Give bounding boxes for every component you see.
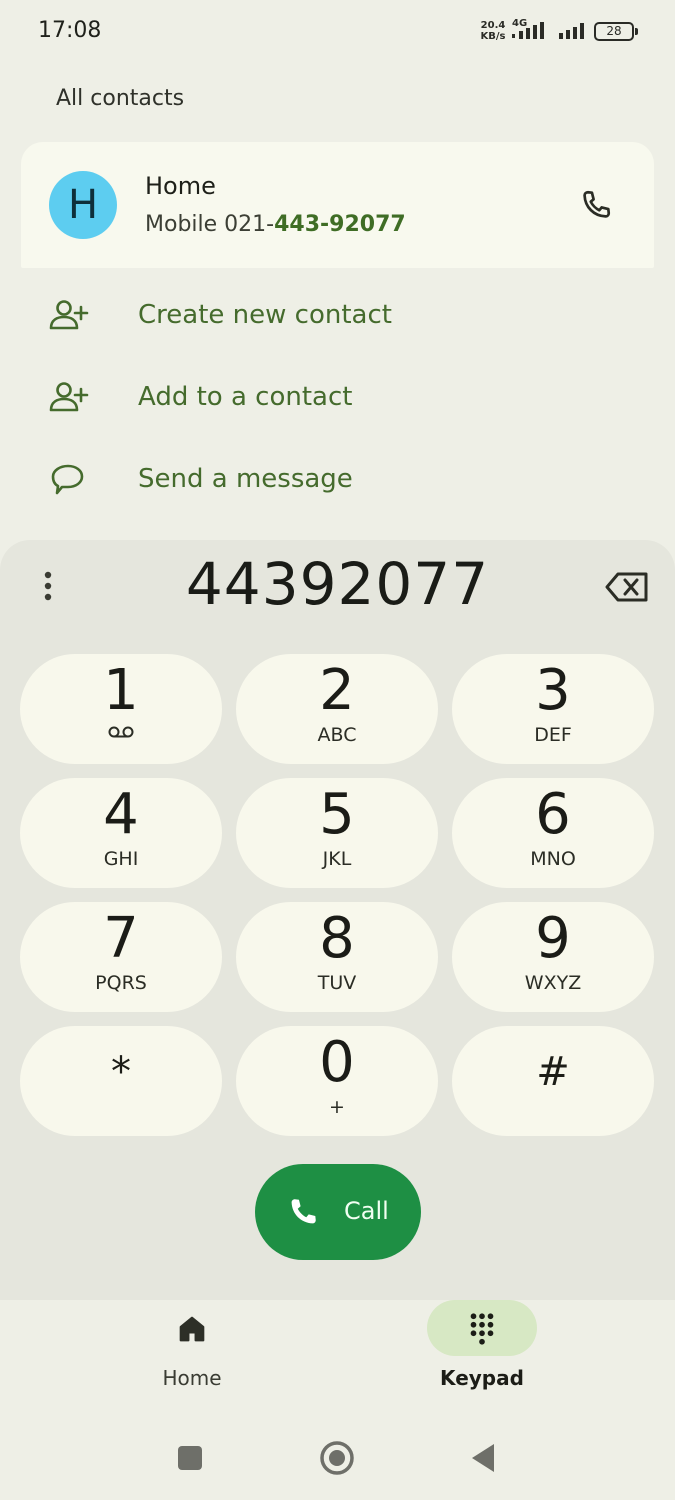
status-bar: 17:08 20.4 KB/s 4G 28 [0, 0, 675, 62]
key-digit: * [111, 1049, 131, 1095]
key-digit: # [536, 1049, 570, 1095]
key-letters: PQRS [95, 972, 147, 994]
signal-4g-icon [512, 22, 544, 39]
key-letters: GHI [103, 848, 139, 870]
nav-keypad-label: Keypad [440, 1366, 524, 1390]
send-message-button[interactable]: Send a message [0, 444, 675, 514]
bottom-navigation: Home Keypad [0, 1300, 675, 1410]
key-digit: 8 [319, 906, 355, 971]
network-speed: 20.4 KB/s [479, 20, 507, 42]
phone-icon [291, 1199, 316, 1224]
key-letters: WXYZ [524, 972, 582, 994]
key-digit: 0 [319, 1030, 355, 1095]
nav-keypad[interactable]: Keypad [407, 1300, 557, 1400]
contact-number-prefix: Mobile 021- [145, 212, 275, 237]
key-letters: MNO [530, 848, 576, 870]
battery-indicator: 28 [594, 22, 638, 41]
add-to-contact-label: Add to a contact [138, 382, 353, 412]
network-speed-unit: KB/s [480, 31, 506, 42]
key-letters: DEF [534, 724, 572, 746]
home-circle-icon[interactable] [317, 1438, 357, 1478]
back-icon[interactable] [464, 1438, 504, 1478]
phone-icon[interactable] [578, 187, 614, 223]
section-title: All contacts [56, 86, 185, 111]
contact-number: Mobile 021-443-92077 [145, 212, 406, 237]
contact-number-match: 443-92077 [274, 212, 406, 237]
key-digit: 1 [103, 658, 139, 723]
key-digit: 4 [103, 782, 139, 847]
dialer-screen: 17:08 20.4 KB/s 4G 28 All contacts H Hom… [0, 0, 675, 1500]
key-5[interactable]: 5 JKL [236, 778, 438, 888]
nav-home-label: Home [162, 1366, 222, 1390]
send-message-label: Send a message [138, 464, 353, 494]
nav-home[interactable]: Home [117, 1300, 267, 1400]
call-button[interactable]: Call [255, 1164, 421, 1260]
backspace-icon[interactable] [604, 570, 650, 604]
key-letters: JKL [322, 848, 352, 870]
key-digit: 6 [535, 782, 571, 847]
key-8[interactable]: 8 TUV [236, 902, 438, 1012]
voicemail-icon [108, 726, 134, 738]
avatar: H [49, 171, 117, 239]
key-0[interactable]: 0 + [236, 1026, 438, 1136]
contact-suggestion-card[interactable]: H Home Mobile 021-443-92077 [21, 142, 654, 268]
add-to-contact-button[interactable]: Add to a contact [0, 362, 675, 432]
key-2[interactable]: 2 ABC [236, 654, 438, 764]
signal-sim2-icon [559, 23, 584, 39]
key-digit: 7 [103, 906, 139, 971]
dialed-number[interactable]: 44392077 [0, 550, 675, 618]
home-icon [179, 1316, 205, 1342]
key-3[interactable]: 3 DEF [452, 654, 654, 764]
key-6[interactable]: 6 MNO [452, 778, 654, 888]
key-4[interactable]: 4 GHI [20, 778, 222, 888]
key-digit: 3 [535, 658, 571, 723]
recents-icon[interactable] [170, 1438, 210, 1478]
key-letters: TUV [317, 972, 357, 994]
person-add-icon [49, 300, 89, 330]
dialpad-icon [470, 1313, 494, 1345]
system-navigation [0, 1410, 675, 1500]
key-digit: 2 [319, 658, 355, 723]
status-time: 17:08 [38, 18, 102, 43]
key-digit: 9 [535, 906, 571, 971]
key-hash[interactable]: # [452, 1026, 654, 1136]
key-1[interactable]: 1 [20, 654, 222, 764]
network-speed-value: 20.4 [480, 20, 506, 31]
key-letters: ABC [317, 724, 357, 746]
call-label: Call [344, 1197, 389, 1225]
contact-name: Home [145, 172, 216, 200]
create-new-contact-label: Create new contact [138, 300, 392, 330]
keypad-panel: 44392077 1 2 ABC 3 DEF 4 GHI 5 JKL 6 MNO… [0, 540, 675, 1300]
person-add-icon [49, 382, 89, 412]
key-9[interactable]: 9 WXYZ [452, 902, 654, 1012]
key-7[interactable]: 7 PQRS [20, 902, 222, 1012]
create-new-contact-button[interactable]: Create new contact [0, 280, 675, 350]
key-star[interactable]: * [20, 1026, 222, 1136]
key-digit: 5 [319, 782, 355, 847]
message-icon [51, 464, 84, 495]
key-letters: + [329, 1096, 345, 1118]
